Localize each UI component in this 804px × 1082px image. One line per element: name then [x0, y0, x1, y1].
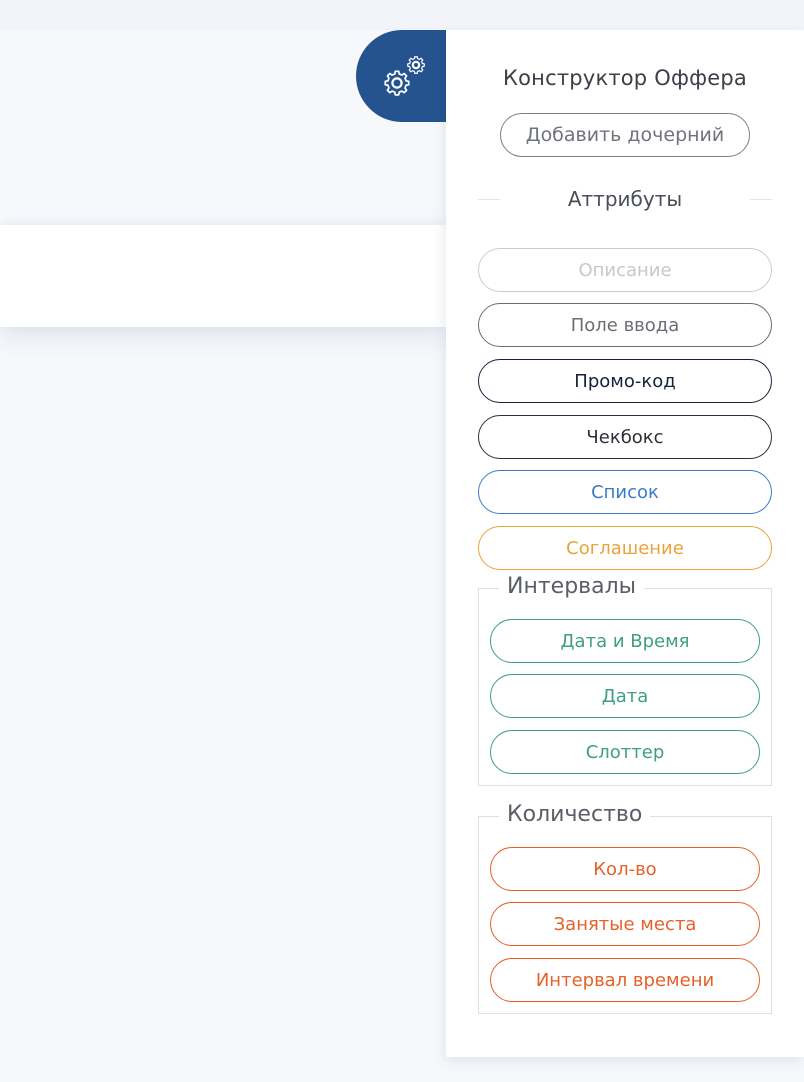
content-card: [0, 225, 447, 327]
quantity-button[interactable]: Кол-во: [490, 847, 760, 891]
add-child-button[interactable]: Добавить дочерний: [500, 113, 750, 157]
top-strip: [0, 0, 804, 30]
intervals-group-title: Интервалы: [499, 573, 645, 601]
date-button[interactable]: Дата: [490, 674, 760, 718]
description-button[interactable]: Описание: [478, 248, 772, 292]
attributes-heading-label: Аттрибуты: [567, 187, 683, 211]
occupied-seats-button[interactable]: Занятые места: [490, 902, 760, 946]
quantity-group-title: Количество: [499, 801, 651, 829]
input-field-button[interactable]: Поле ввода: [478, 303, 772, 347]
promo-code-button[interactable]: Промо-код: [478, 359, 772, 403]
checkbox-button[interactable]: Чекбокс: [478, 415, 772, 459]
quantity-group: Количество Кол-во Занятые места Интервал в…: [478, 801, 772, 1014]
list-button[interactable]: Список: [478, 470, 772, 514]
divider-right: [749, 198, 772, 200]
gears-icon: [380, 51, 430, 101]
agreement-button[interactable]: Соглашение: [478, 526, 772, 570]
divider-left: [478, 198, 500, 200]
attributes-heading: Аттрибуты: [478, 184, 772, 214]
offer-constructor-panel: Конструктор Оффера Добавить дочерний Атт…: [446, 30, 804, 1057]
slotter-button[interactable]: Слоттер: [490, 730, 760, 774]
time-interval-button[interactable]: Интервал времени: [490, 958, 760, 1002]
intervals-group: Интервалы Дата и Время Дата Слоттер: [478, 573, 772, 786]
panel-title: Конструктор Оффера: [503, 66, 747, 90]
datetime-button[interactable]: Дата и Время: [490, 619, 760, 663]
